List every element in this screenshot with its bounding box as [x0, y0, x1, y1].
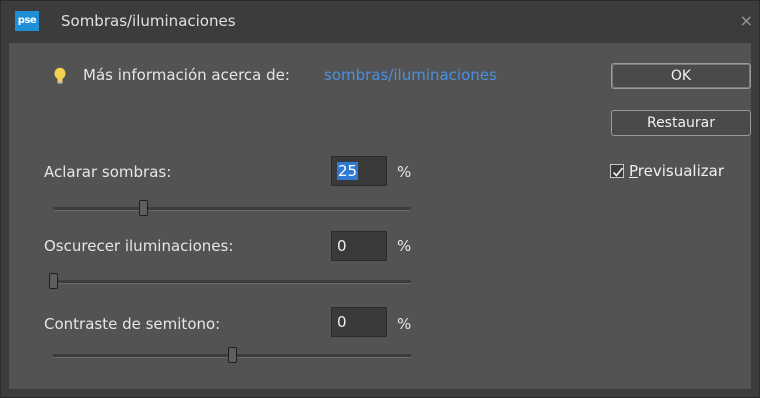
darken-highlights-label: Oscurecer iluminaciones: [44, 237, 234, 255]
help-link[interactable]: sombras/iluminaciones [324, 66, 497, 84]
shadows-highlights-dialog: pse Sombras/iluminaciones × Más informac… [0, 0, 760, 398]
midtone-contrast-unit: % [397, 315, 412, 333]
lighten-shadows-slider-thumb[interactable] [138, 200, 148, 216]
darken-highlights-slider-thumb[interactable] [49, 273, 58, 289]
dialog-body [1, 43, 759, 397]
preview-checkbox[interactable] [610, 164, 624, 178]
preview-label: Previsualizar [629, 162, 724, 180]
close-icon[interactable]: × [740, 12, 753, 30]
window-title: Sombras/iluminaciones [61, 12, 236, 30]
lighten-shadows-unit: % [397, 163, 412, 181]
lightbulb-icon [54, 67, 66, 84]
app-logo-icon: pse [15, 11, 39, 31]
reset-button[interactable]: Restaurar [611, 110, 751, 136]
darken-highlights-input[interactable]: 0 [331, 231, 387, 261]
title-bar[interactable]: pse Sombras/iluminaciones × [1, 1, 759, 43]
darken-highlights-slider[interactable] [49, 273, 411, 289]
midtone-contrast-input[interactable]: 0 [331, 307, 387, 337]
preview-label-rest: revisualizar [637, 162, 724, 180]
midtone-contrast-slider[interactable] [53, 347, 411, 363]
lighten-shadows-slider[interactable] [53, 200, 411, 216]
lighten-shadows-label: Aclarar sombras: [44, 163, 172, 181]
midtone-contrast-slider-thumb[interactable] [228, 347, 237, 363]
ok-button[interactable]: OK [611, 63, 751, 89]
lighten-shadows-value: 25 [337, 162, 359, 180]
info-label: Más información acerca de: [83, 66, 290, 84]
darken-highlights-unit: % [397, 237, 412, 255]
checkmark-icon [612, 167, 624, 177]
preview-accel-letter: P [629, 162, 638, 180]
midtone-contrast-label: Contraste de semitono: [44, 315, 221, 333]
lighten-shadows-input[interactable]: 25 [331, 156, 387, 186]
